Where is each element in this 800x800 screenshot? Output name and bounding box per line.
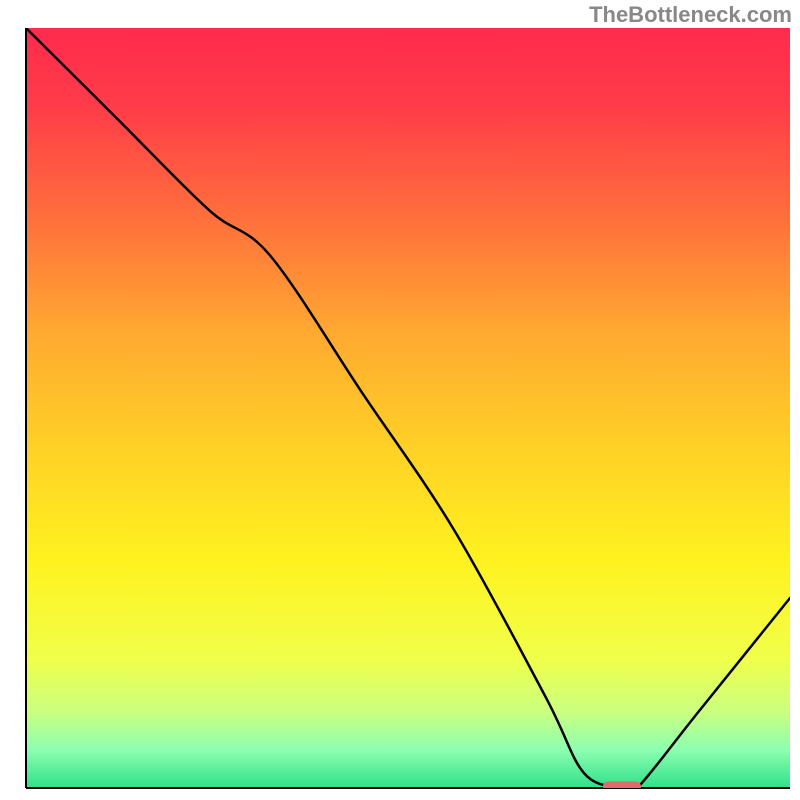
watermark-text: TheBottleneck.com — [589, 2, 792, 28]
chart-svg — [0, 0, 800, 800]
chart-container: TheBottleneck.com — [0, 0, 800, 800]
optimal-marker — [603, 781, 641, 791]
